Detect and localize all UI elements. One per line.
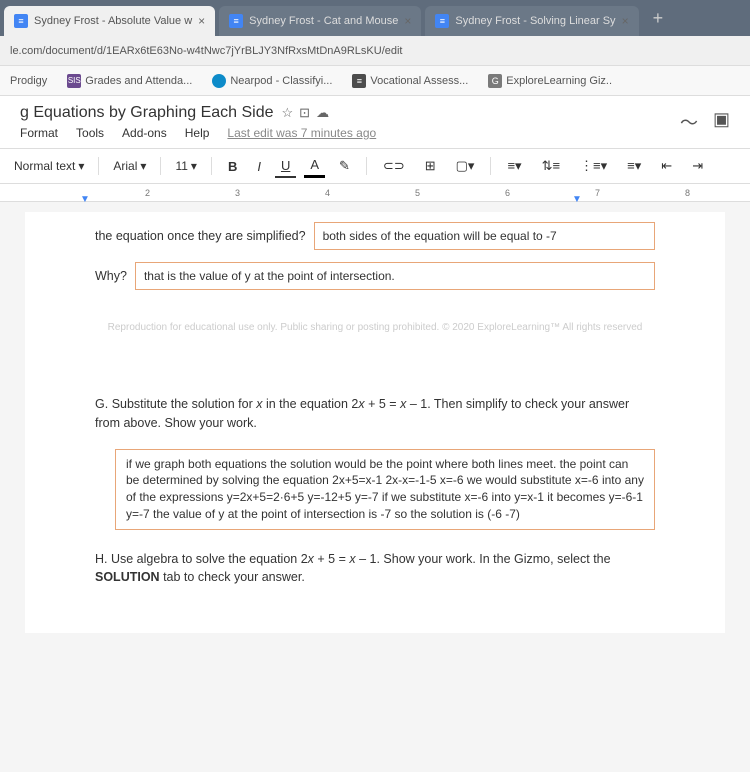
menu-format[interactable]: Format	[20, 126, 58, 140]
indent-increase-button[interactable]: ⇥	[686, 155, 709, 177]
underline-button[interactable]: U	[275, 155, 296, 178]
close-icon[interactable]: ×	[622, 14, 629, 28]
tab-3[interactable]: ≡ Sydney Frost - Solving Linear Sy ×	[425, 6, 638, 36]
paragraph-style-select[interactable]: Normal text ▾	[10, 157, 88, 175]
bookmark-label: Prodigy	[10, 75, 47, 87]
chevron-down-icon: ▾	[140, 159, 146, 173]
tab-1[interactable]: ≡ Sydney Frost - Absolute Value w ×	[4, 6, 215, 36]
link-button[interactable]: ⊂⊃	[377, 155, 411, 177]
indent-marker-icon[interactable]: ▼	[572, 194, 582, 205]
url-bar[interactable]: le.com/document/d/1EARx6tE63No-w4tNwc7jY…	[0, 36, 750, 66]
tab-2[interactable]: ≡ Sydney Frost - Cat and Mouse ×	[219, 6, 421, 36]
sis-icon: SIS	[67, 74, 81, 88]
bookmark-prodigy[interactable]: Prodigy	[10, 75, 47, 87]
ruler-tick: 7	[595, 188, 600, 198]
bookmark-grades[interactable]: SIS Grades and Attenda...	[67, 74, 192, 88]
new-tab-button[interactable]: +	[643, 8, 674, 29]
question-text: Use algebra to solve the equation 2x + 5…	[95, 552, 611, 585]
menu-help[interactable]: Help	[185, 126, 210, 140]
answer-box-g[interactable]: if we graph both equations the solution …	[115, 449, 655, 530]
ruler-tick: 6	[505, 188, 510, 198]
document-title[interactable]: g Equations by Graphing Each Side	[20, 104, 274, 122]
bulleted-list-button[interactable]: ≡▾	[621, 155, 647, 177]
question-text: the equation once they are simplified?	[95, 227, 306, 246]
italic-button[interactable]: I	[251, 156, 267, 177]
chevron-down-icon: ▾	[191, 159, 197, 173]
g-icon: G	[488, 74, 502, 88]
move-icon[interactable]: ⊡	[299, 105, 310, 121]
question-text: Why?	[95, 267, 127, 286]
star-icon[interactable]: ☆	[282, 105, 294, 121]
ruler-tick: 5	[415, 188, 420, 198]
line-spacing-button[interactable]: ⇅≡	[536, 155, 566, 177]
ruler-tick: 4	[325, 188, 330, 198]
chevron-down-icon: ▾	[78, 159, 84, 173]
document-canvas[interactable]: the equation once they are simplified? b…	[0, 202, 750, 772]
font-select[interactable]: Arial ▾	[109, 157, 150, 175]
ruler[interactable]: ▼ 2 3 4 5 6 ▼ 7 8	[0, 184, 750, 202]
tab-title: Sydney Frost - Absolute Value w	[34, 15, 192, 27]
url-text: le.com/document/d/1EARx6tE63No-w4tNwc7jY…	[10, 45, 403, 57]
activity-icon[interactable]: 〜	[680, 109, 698, 135]
question-h: H. Use algebra to solve the equation 2x …	[95, 550, 655, 588]
bold-button[interactable]: B	[222, 156, 243, 177]
menu-bar: Format Tools Add-ons Help Last edit was …	[20, 126, 680, 140]
docs-icon: ≡	[229, 14, 243, 28]
image-button[interactable]: ▢▾	[450, 155, 481, 177]
question-g: G. Substitute the solution for x in the …	[95, 395, 655, 433]
indent-marker-icon[interactable]: ▼	[80, 194, 90, 205]
browser-tabs-bar: ≡ Sydney Frost - Absolute Value w × ≡ Sy…	[0, 0, 750, 36]
list-icon: ≡	[352, 74, 366, 88]
bookmark-label: Vocational Assess...	[370, 75, 468, 87]
bookmark-label: Grades and Attenda...	[85, 75, 192, 87]
answer-box[interactable]: both sides of the equation will be equal…	[314, 222, 655, 250]
nearpod-icon	[212, 74, 226, 88]
bookmark-nearpod[interactable]: Nearpod - Classifyi...	[212, 74, 332, 88]
question-label: G.	[95, 397, 108, 411]
question-text: Substitute the solution for x in the equ…	[95, 397, 629, 430]
menu-addons[interactable]: Add-ons	[122, 126, 167, 140]
copyright-text: Reproduction for educational use only. P…	[95, 320, 655, 335]
ruler-tick: 8	[685, 188, 690, 198]
comment-icon[interactable]: ▣	[713, 109, 730, 135]
tab-title: Sydney Frost - Solving Linear Sy	[455, 15, 615, 27]
ruler-tick: 3	[235, 188, 240, 198]
font-size-select[interactable]: 11 ▾	[171, 157, 201, 175]
comment-button[interactable]: ⊞	[419, 155, 442, 177]
cloud-icon[interactable]: ☁	[316, 105, 329, 121]
last-edit-link[interactable]: Last edit was 7 minutes ago	[227, 126, 376, 140]
docs-header: g Equations by Graphing Each Side ☆ ⊡ ☁ …	[0, 96, 750, 148]
tab-title: Sydney Frost - Cat and Mouse	[249, 15, 398, 27]
highlight-button[interactable]: ✎	[333, 155, 356, 177]
indent-decrease-button[interactable]: ⇤	[655, 155, 678, 177]
menu-tools[interactable]: Tools	[76, 126, 104, 140]
question-label: H.	[95, 552, 108, 566]
bookmark-explorelearning[interactable]: G ExploreLearning Giz..	[488, 74, 612, 88]
docs-icon: ≡	[14, 14, 28, 28]
bookmarks-bar: Prodigy SIS Grades and Attenda... Nearpo…	[0, 66, 750, 96]
bookmark-label: ExploreLearning Giz..	[506, 75, 612, 87]
document-page[interactable]: the equation once they are simplified? b…	[25, 212, 725, 633]
close-icon[interactable]: ×	[198, 14, 205, 28]
numbered-list-button[interactable]: ⋮≡▾	[574, 155, 613, 177]
close-icon[interactable]: ×	[404, 14, 411, 28]
docs-icon: ≡	[435, 14, 449, 28]
bookmark-label: Nearpod - Classifyi...	[230, 75, 332, 87]
bookmark-vocational[interactable]: ≡ Vocational Assess...	[352, 74, 468, 88]
answer-box[interactable]: that is the value of y at the point of i…	[135, 262, 655, 290]
text-color-button[interactable]: A	[304, 154, 325, 178]
align-button[interactable]: ≡▾	[501, 155, 527, 177]
formatting-toolbar: Normal text ▾ Arial ▾ 11 ▾ B I U A ✎ ⊂⊃ …	[0, 148, 750, 184]
ruler-tick: 2	[145, 188, 150, 198]
